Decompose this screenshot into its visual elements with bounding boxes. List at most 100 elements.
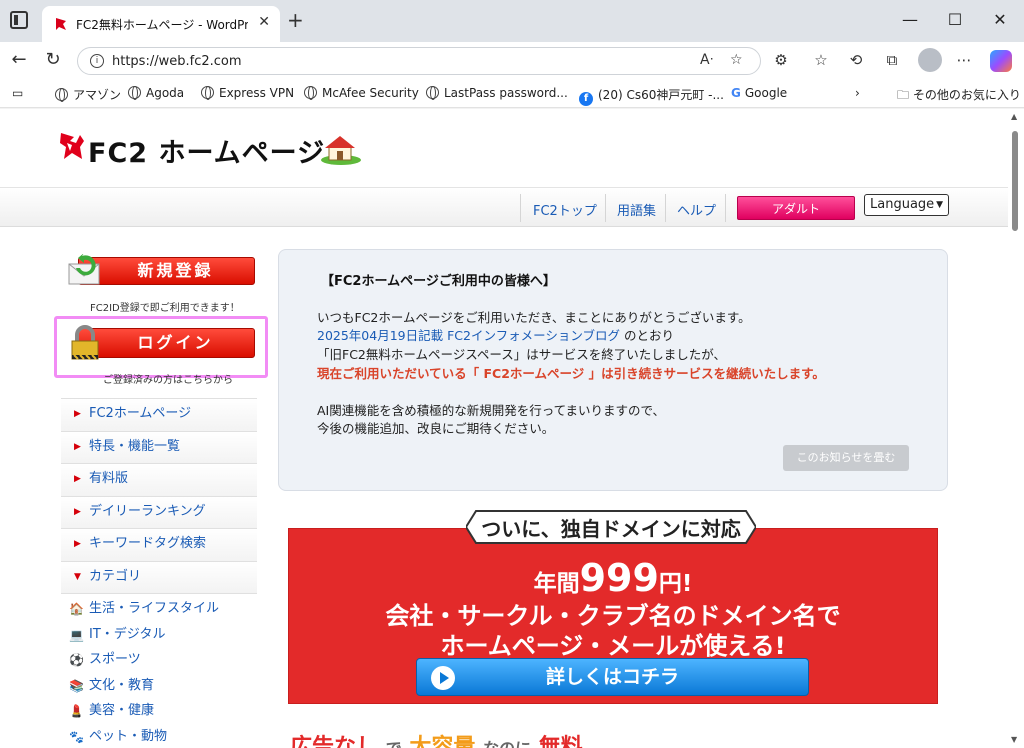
screenshot-icon[interactable]: ⧉ xyxy=(881,51,903,69)
profile-avatar[interactable] xyxy=(918,48,942,72)
category-label: 生活・ライフスタイル xyxy=(89,601,220,616)
category-item-it[interactable]: 💻 IT・デジタル xyxy=(69,625,259,651)
sidebar-item-category[interactable]: ▼ カテゴリ xyxy=(61,560,257,594)
ad-text: 大容量 xyxy=(409,735,476,748)
bookmark-mcafee[interactable]: McAfee Security xyxy=(304,86,419,100)
address-text[interactable]: https://web.fc2.com xyxy=(112,54,242,69)
tab-actions-icon[interactable] xyxy=(10,11,28,29)
facebook-icon: f xyxy=(579,92,593,106)
site-info-icon[interactable]: i xyxy=(90,54,104,68)
adult-button[interactable]: アダルト xyxy=(737,196,855,220)
bookmark-facebook[interactable]: f (20) Cs60神戸元町 -... xyxy=(579,86,724,106)
sidebar-item-label: キーワードタグ検索 xyxy=(89,536,207,552)
category-list: 🏠 生活・ライフスタイル 💻 IT・デジタル ⚽ スポーツ 📚 文化・教育 💄 美容・健康… xyxy=(69,599,259,748)
play-icon xyxy=(431,666,455,690)
sidebar-item-ranking[interactable]: ▶ デイリーランキング xyxy=(61,495,257,529)
info-blog-link[interactable]: 2025年04月19日記載 FC2インフォメーションブログ xyxy=(317,328,620,343)
minimize-icon[interactable]: — xyxy=(898,10,922,29)
login-button[interactable]: ログイン xyxy=(68,323,255,361)
copilot-icon[interactable] xyxy=(990,50,1012,72)
read-aloud-icon[interactable]: Aᐧ xyxy=(700,52,713,68)
notice-line: 今後の機能追加、改良にご期待ください。 xyxy=(317,421,555,436)
triangle-down-icon: ▼ xyxy=(74,571,81,582)
notice-box: 【FC2ホームページご利用中の皆様へ】 いつもFC2ホームページをご利用いただき… xyxy=(278,249,948,491)
nav-glossary[interactable]: 用語集 xyxy=(617,200,656,219)
bookmark-google[interactable]: G Google xyxy=(731,86,787,100)
fc2-logo-icon[interactable] xyxy=(58,131,86,161)
category-item-sports[interactable]: ⚽ スポーツ xyxy=(69,650,259,676)
category-item-pets[interactable]: 🐾 ペット・動物 xyxy=(69,727,259,748)
category-item-culture[interactable]: 📚 文化・教育 xyxy=(69,676,259,702)
notice-line: 「旧FC2無料ホームページスペース」はサービスを終了いたしましたが、 xyxy=(317,347,726,362)
nav-divider xyxy=(665,194,666,222)
house-icon xyxy=(321,136,361,165)
window-close-icon[interactable]: ✕ xyxy=(988,10,1012,29)
bookmark-amazon[interactable]: アマゾン xyxy=(55,86,121,103)
banner-caption: ついに、独自ドメインに対応 xyxy=(481,517,741,541)
globe-icon xyxy=(128,86,141,100)
browser-tab[interactable]: FC2無料ホームページ - WordPressも ✕ xyxy=(42,6,280,42)
sidebar-item-paid[interactable]: ▶ 有料版 xyxy=(61,463,257,496)
soccer-ball-icon: ⚽ xyxy=(69,653,84,667)
refresh-icon[interactable]: ↻ xyxy=(42,50,64,70)
bookmark-lastpass[interactable]: LastPass password... xyxy=(426,86,568,100)
bookmark-expressvpn[interactable]: Express VPN xyxy=(201,86,294,100)
nav-help[interactable]: ヘルプ xyxy=(677,200,716,219)
nav-divider xyxy=(725,194,726,222)
scroll-down-icon[interactable]: ▼ xyxy=(1011,735,1017,744)
maximize-icon[interactable]: ☐ xyxy=(943,10,967,29)
category-label: 文化・教育 xyxy=(89,677,155,693)
extensions-icon[interactable]: ⚙ xyxy=(770,51,792,69)
sidebar-item-label: カテゴリ xyxy=(89,568,142,584)
collections-icon[interactable]: ▭ xyxy=(12,86,23,100)
page-scrollbar[interactable]: ▲ ▼ xyxy=(1010,109,1020,748)
category-item-lifestyle[interactable]: 🏠 生活・ライフスタイル xyxy=(69,599,259,625)
scroll-thumb[interactable] xyxy=(1012,131,1018,231)
new-tab-icon[interactable]: + xyxy=(287,9,304,31)
site-logo-text[interactable]: FC2 ホームページ xyxy=(88,131,325,170)
category-label: IT・デジタル xyxy=(89,626,166,642)
banner-price: 年間999円! xyxy=(288,556,938,600)
notice-title: 【FC2ホームページご利用中の皆様へ】 xyxy=(321,274,556,289)
signup-button[interactable]: 新規登録 xyxy=(68,252,255,286)
signup-note: FC2ID登録で即ご利用できます！ xyxy=(90,303,240,314)
banner-details-button[interactable]: 詳しくはコチラ xyxy=(416,658,809,696)
scroll-up-icon[interactable]: ▲ xyxy=(1011,112,1017,121)
sidebar-item-label: FC2ホームページ xyxy=(89,406,192,421)
language-select[interactable]: Language ▼ xyxy=(864,194,949,216)
bookmark-agoda[interactable]: Agoda xyxy=(128,86,184,100)
price-value: 999 xyxy=(579,556,659,600)
category-label: スポーツ xyxy=(89,652,141,667)
folder-icon: 🗀 xyxy=(897,88,913,102)
category-label: 美容・健康 xyxy=(89,703,155,718)
other-bookmarks[interactable]: 🗀 その他のお気に入り xyxy=(897,86,1021,107)
google-icon: G xyxy=(731,86,741,100)
favorite-star-icon[interactable]: ☆ xyxy=(730,52,743,68)
favorites-icon[interactable]: ☆ xyxy=(810,51,832,69)
global-nav: FC2トップ 用語集 ヘルプ アダルト Language ▼ xyxy=(0,187,1008,227)
house-icon: 🏠 xyxy=(69,602,84,616)
sidebar-item-keyword-search[interactable]: ▶ キーワードタグ検索 xyxy=(61,528,257,561)
sidebar-item-features[interactable]: ▶ 特長・機能一覧 xyxy=(61,430,257,464)
tab-close-icon[interactable]: ✕ xyxy=(258,14,270,30)
banner-cta-label: 詳しくはコチラ xyxy=(545,666,679,688)
banner-line3: ホームページ・メールが使える! xyxy=(440,632,786,660)
mail-arrow-icon xyxy=(68,254,100,285)
browser-toolbar: ← ↻ i https://web.fc2.com Aᐧ ☆ ⚙ ☆ ⟲ ⧉ ⋯ xyxy=(0,42,1024,80)
category-item-beauty[interactable]: 💄 美容・健康 xyxy=(69,701,259,727)
address-bar[interactable]: i https://web.fc2.com Aᐧ ☆ xyxy=(77,47,761,75)
notice-line-suffix: のとおり xyxy=(619,328,674,343)
bookmarks-overflow-icon[interactable]: › xyxy=(855,86,860,100)
category-label: ペット・動物 xyxy=(89,728,168,744)
price-prefix: 年間 xyxy=(533,571,580,597)
next-ad-peek[interactable]: 広告なし で 大容量 なのに 無料 xyxy=(290,729,583,748)
sidebar-item-fc2-homepage[interactable]: ▶ FC2ホームページ xyxy=(61,398,257,431)
back-icon[interactable]: ← xyxy=(8,50,30,70)
padlock-icon xyxy=(71,325,99,360)
nav-fc2-top[interactable]: FC2トップ xyxy=(533,200,597,219)
fold-notice-button[interactable]: このお知らせを畳む xyxy=(783,445,909,471)
history-icon[interactable]: ⟲ xyxy=(845,51,867,69)
sidebar-item-label: デイリーランキング xyxy=(89,503,206,519)
more-options-icon[interactable]: ⋯ xyxy=(953,51,975,69)
sidebar-menu: ▶ FC2ホームページ ▶ 特長・機能一覧 ▶ 有料版 ▶ デイリーランキング ▶ キーワ… xyxy=(61,398,257,594)
